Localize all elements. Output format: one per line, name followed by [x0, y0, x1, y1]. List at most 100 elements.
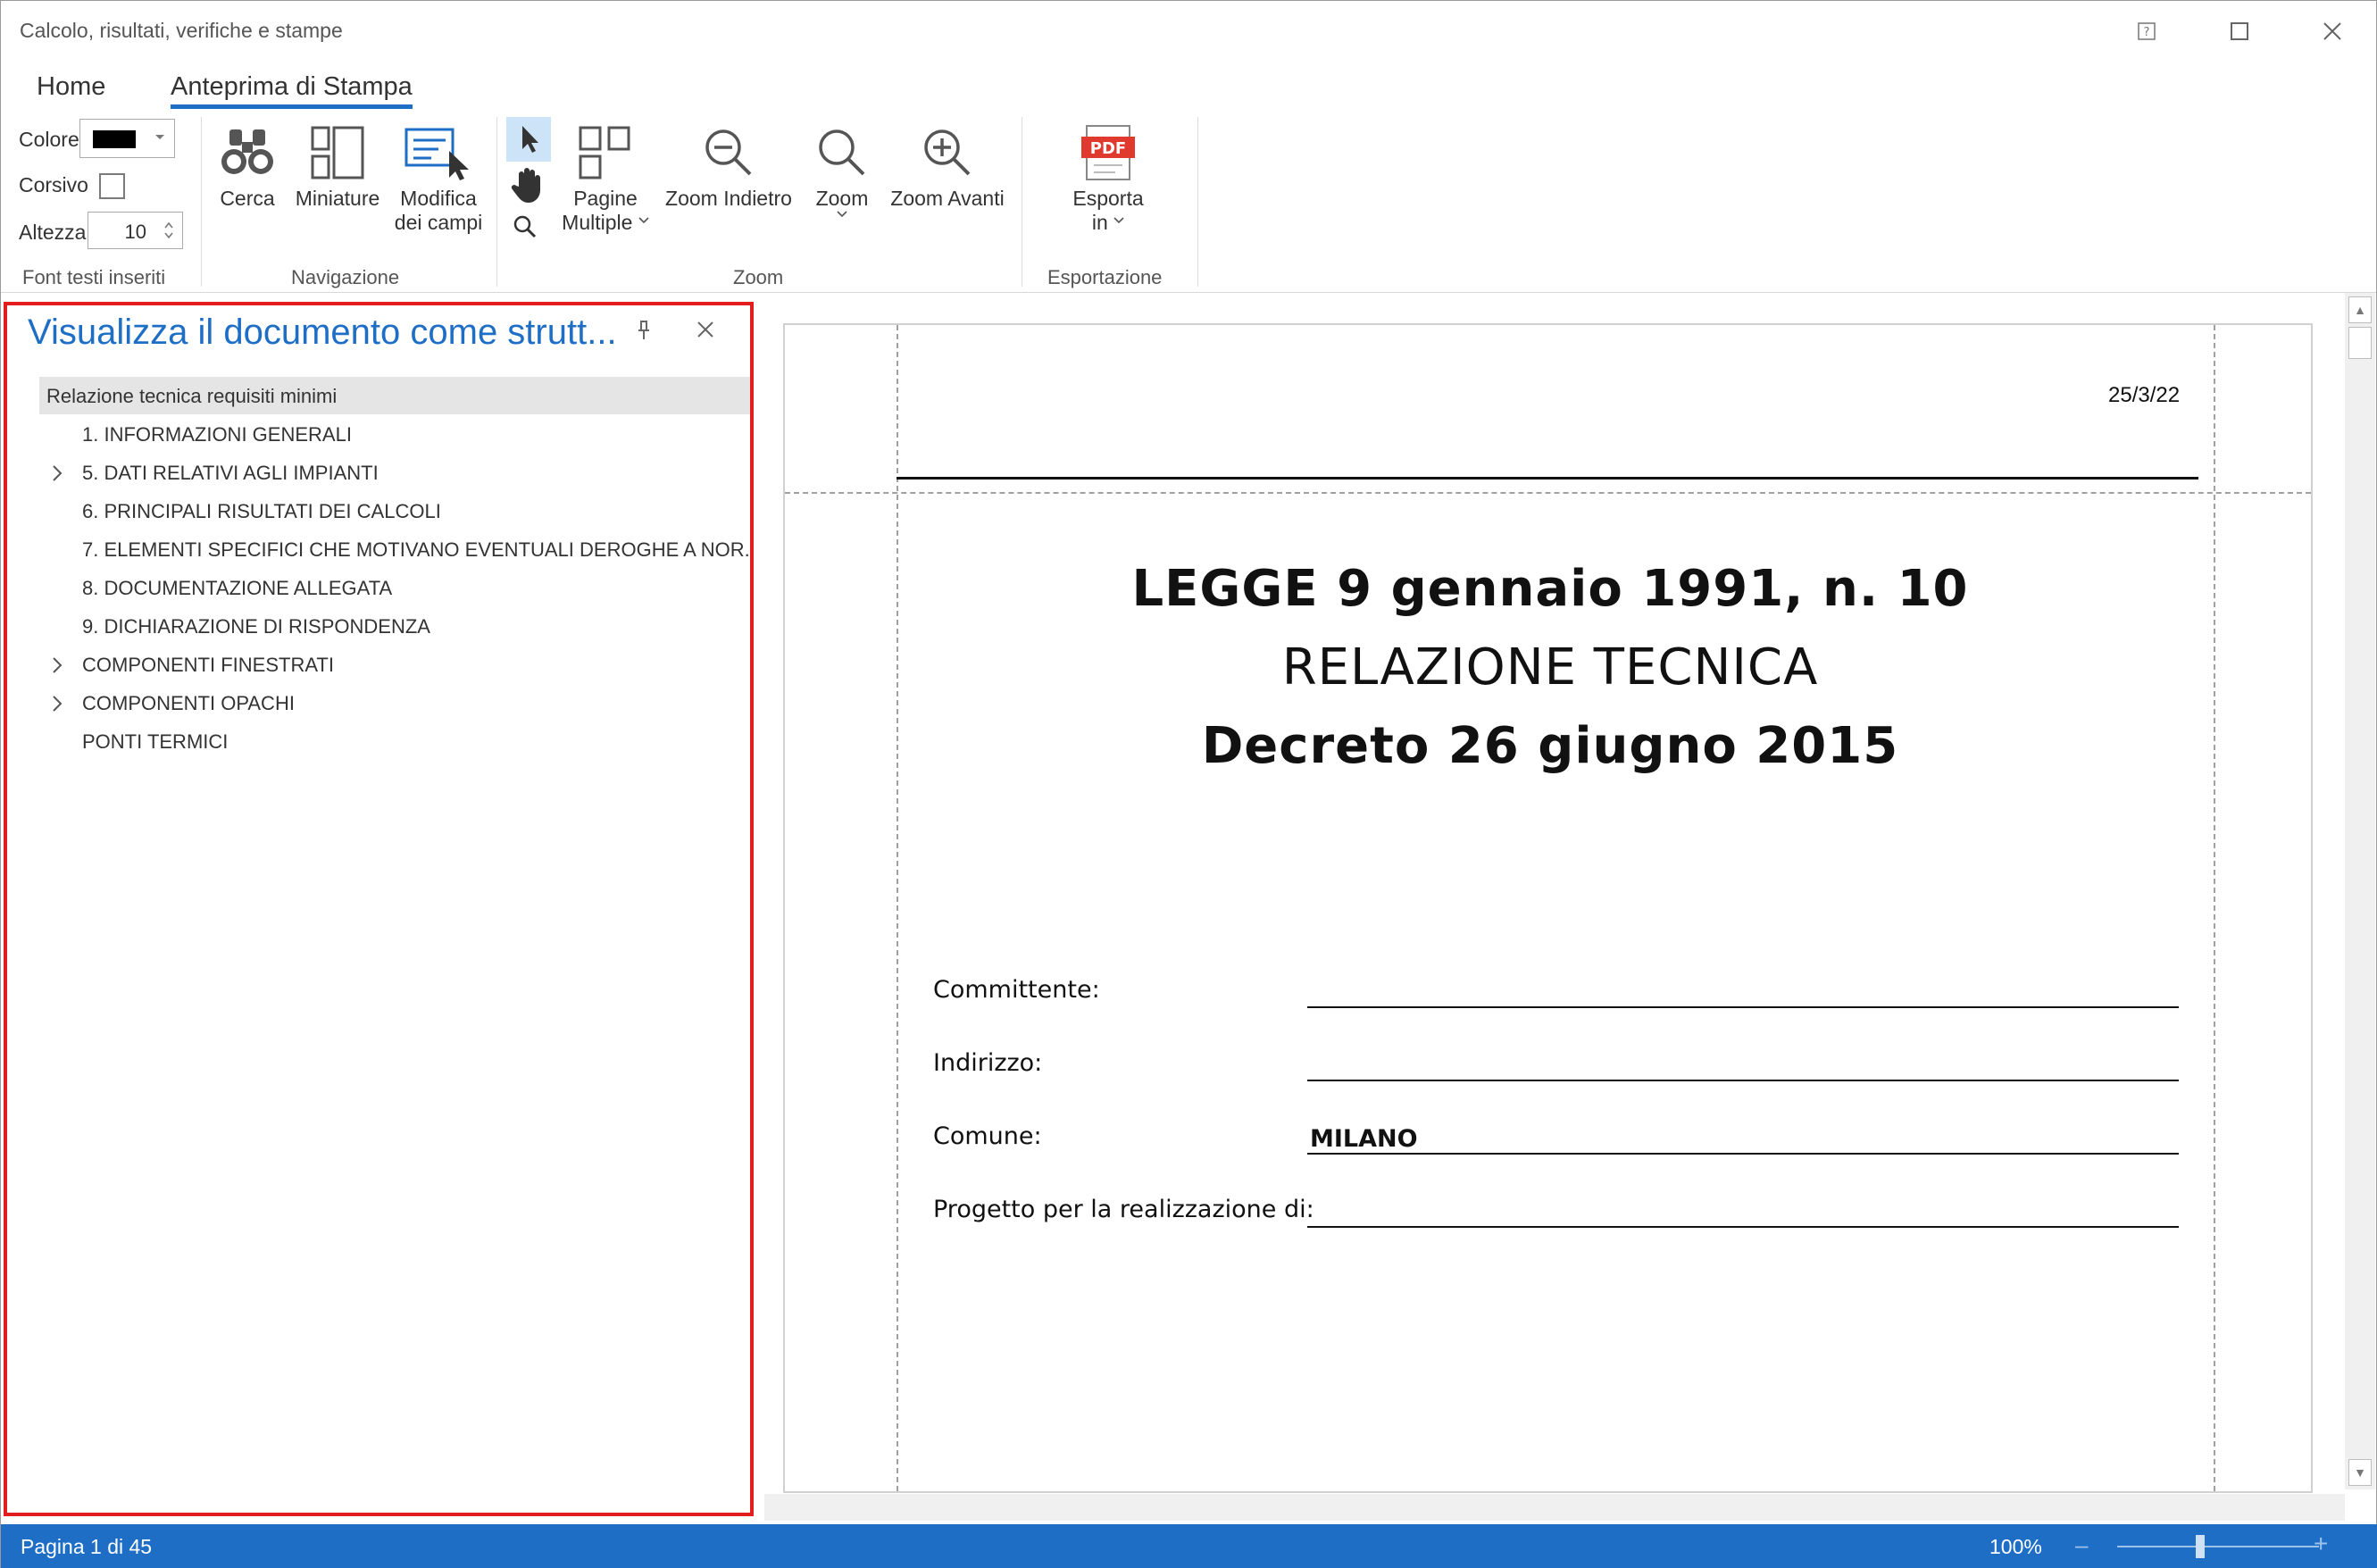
chevron-down-icon [638, 217, 649, 224]
zoom-in-label: Zoom Avanti [890, 187, 1005, 210]
field-label-municipality: Comune: [933, 1122, 1042, 1150]
tree-item-label: COMPONENTI OPACHI [82, 692, 295, 714]
help-icon: ? [2138, 22, 2156, 40]
document-heading-report: RELAZIONE TECNICA [1281, 638, 1819, 696]
document-date: 25/3/22 [2108, 383, 2181, 407]
export-button[interactable]: PDF Esporta in [1055, 124, 1162, 235]
field-label-project: Progetto per la realizzazione di: [933, 1196, 1314, 1223]
tree-item-root[interactable]: Relazione tecnica requisiti minimi [39, 377, 752, 414]
zoom-slider-thumb[interactable] [2196, 1535, 2205, 1558]
vertical-scrollbar[interactable]: ▲ ▼ [2345, 293, 2375, 1489]
font-group-label: Font testi inseriti [22, 266, 166, 288]
scroll-up-button[interactable]: ▲ [2348, 296, 2372, 323]
zoom-out-button[interactable]: Zoom Indietro [662, 124, 796, 211]
field-label-client: Committente: [933, 976, 1100, 1004]
export-group-label: Esportazione [1047, 266, 1163, 288]
tree-item[interactable]: 8. DOCUMENTAZIONE ALLEGATA [39, 569, 752, 606]
pin-icon [638, 321, 649, 339]
ribbon-tabs: Home Anteprima di Stampa [1, 65, 2376, 109]
hand-icon [511, 168, 540, 203]
document-heading-law: LEGGE 9 gennaio 1991, n. 10 [1131, 560, 1969, 618]
tree-item[interactable]: 6. PRINCIPALI RISULTATI DEI CALCOLI [39, 492, 752, 530]
scroll-down-button[interactable]: ▼ [2348, 1459, 2372, 1486]
close-icon [697, 321, 713, 338]
tree-item[interactable]: PONTI TERMICI [39, 722, 752, 760]
scroll-thumb[interactable] [2348, 327, 2372, 359]
app-window: Calcolo, risultati, verifiche e stampe ?… [0, 0, 2377, 1568]
tree-item-label: 1. INFORMAZIONI GENERALI [82, 423, 352, 446]
tree-item[interactable]: 7. ELEMENTI SPECIFICI CHE MOTIVANO EVENT… [39, 530, 752, 568]
height-spinner[interactable]: 10 [88, 212, 183, 249]
tree-item-label: 8. DOCUMENTAZIONE ALLEGATA [82, 577, 393, 599]
zoom-plus-button[interactable]: + [2314, 1530, 2328, 1558]
chevron-right-icon[interactable] [52, 464, 64, 482]
close-icon [2323, 22, 2341, 40]
multiple-pages-button[interactable]: Pagine Multiple [556, 124, 655, 235]
chevron-right-icon[interactable] [52, 656, 64, 674]
field-value-municipality: MILANO [1310, 1125, 1418, 1153]
tree-item-label: 5. DATI RELATIVI AGLI IMPIANTI [82, 462, 379, 484]
field-line [1307, 1226, 2179, 1228]
title-bar: Calcolo, risultati, verifiche e stampe ? [1, 1, 2376, 62]
tree-item[interactable]: COMPONENTI FINESTRATI [39, 646, 752, 683]
tree-item-label: COMPONENTI FINESTRATI [82, 654, 334, 676]
zoom-button[interactable]: Zoom [805, 124, 880, 223]
tree-item[interactable]: 1. INFORMAZIONI GENERALI [39, 415, 752, 453]
field-label-address: Indirizzo: [933, 1049, 1043, 1077]
hand-tool-button[interactable] [506, 165, 551, 204]
close-window-button[interactable] [2310, 12, 2355, 51]
zoom-in-icon [924, 129, 971, 176]
search-button[interactable]: Cerca [212, 124, 283, 211]
edit-fields-icon [405, 128, 469, 180]
page-indicator: Pagina 1 di 45 [21, 1535, 153, 1558]
tab-home[interactable]: Home [37, 72, 105, 102]
tree-item[interactable]: COMPONENTI OPACHI [39, 684, 752, 721]
help-window-button[interactable]: ? [2124, 12, 2169, 51]
search-label: Cerca [220, 187, 275, 210]
italic-checkbox[interactable] [99, 173, 125, 199]
zoom-in-button[interactable]: Zoom Avanti [885, 124, 1010, 211]
margin-guide [2214, 325, 2215, 1491]
thumbnails-button[interactable]: Miniature [288, 124, 387, 211]
maximize-button[interactable] [2217, 12, 2262, 51]
tree-item[interactable]: 5. DATI RELATIVI AGLI IMPIANTI [39, 454, 752, 491]
zoom-minus-button[interactable]: – [2075, 1531, 2088, 1559]
height-label: Altezza [19, 221, 87, 244]
tree-item-label: 9. DICHIARAZIONE DI RISPONDENZA [82, 615, 430, 638]
multiple-pages-label-1: Pagine [573, 187, 638, 210]
header-rule [897, 477, 2198, 480]
chevron-down-icon [155, 135, 164, 139]
field-line [1307, 1006, 2179, 1008]
pointer-icon [522, 126, 538, 153]
color-label: Colore [19, 128, 79, 151]
edit-fields-label-1: Modifica [400, 187, 477, 210]
multiple-pages-icon [579, 126, 630, 179]
chevron-down-icon [837, 211, 847, 218]
field-line [1307, 1153, 2179, 1155]
zoom-tool-button[interactable] [512, 213, 547, 249]
export-label-1: Esporta [1072, 187, 1144, 210]
pointer-tool-button[interactable] [506, 117, 551, 162]
close-pane-button[interactable] [696, 320, 715, 344]
zoom-level: 100% [1989, 1535, 2042, 1558]
horizontal-scrollbar[interactable] [764, 1494, 2345, 1521]
tree-item[interactable]: 9. DICHIARAZIONE DI RISPONDENZA [39, 607, 752, 645]
chevron-right-icon[interactable] [52, 695, 64, 713]
group-separator [1197, 117, 1198, 287]
margin-guide [897, 325, 898, 1491]
pin-pane-button[interactable] [635, 320, 653, 346]
svg-text:?: ? [2144, 26, 2150, 39]
zoom-group-label: Zoom [733, 266, 784, 288]
zoom-slider[interactable] [2117, 1546, 2319, 1547]
edit-fields-button[interactable]: Modifica dei campi [394, 124, 483, 235]
zoom-out-label: Zoom Indietro [665, 187, 792, 210]
italic-label: Corsivo [19, 173, 88, 196]
pdf-icon: PDF [1081, 125, 1135, 180]
zoom-out-icon [705, 129, 752, 176]
tree-item-label: 6. PRINCIPALI RISULTATI DEI CALCOLI [82, 500, 441, 522]
tab-print-preview[interactable]: Anteprima di Stampa [171, 72, 413, 109]
field-line [1307, 1080, 2179, 1081]
pane-title: Visualizza il documento come strutt... [28, 313, 617, 352]
color-picker[interactable] [79, 119, 175, 158]
zoom-label: Zoom [815, 187, 869, 210]
